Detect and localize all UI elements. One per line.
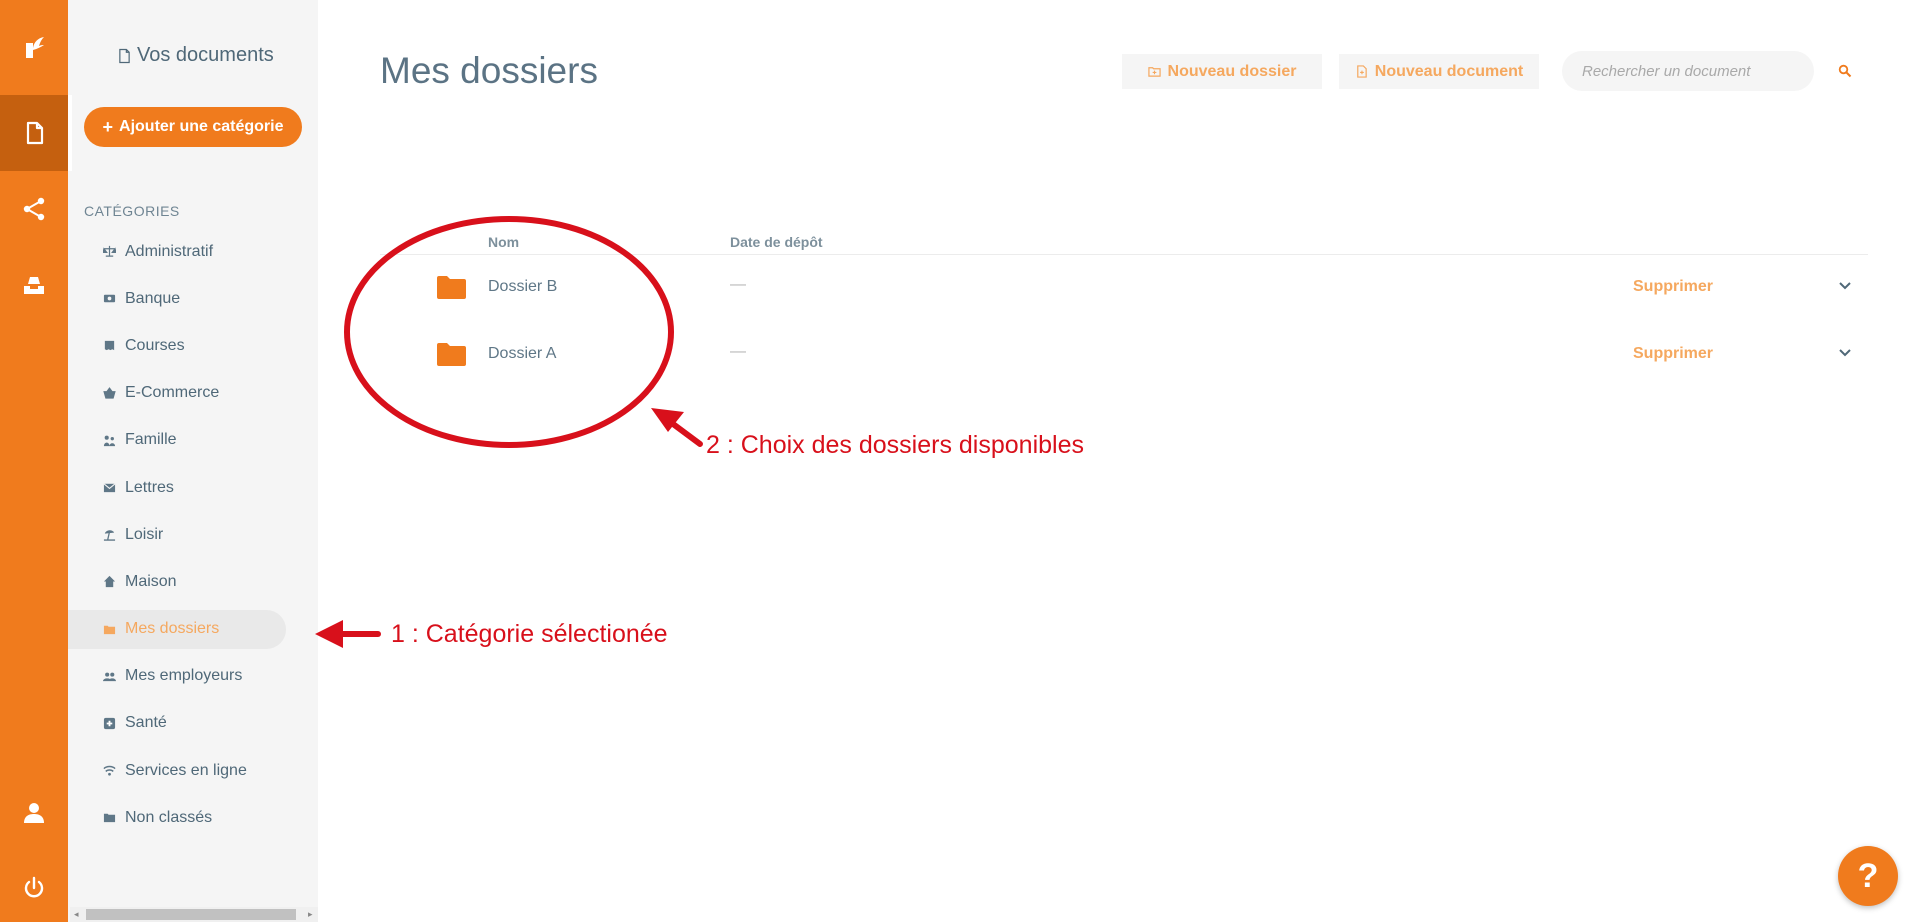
help-button[interactable]: ? (1838, 846, 1898, 906)
annotation-overlay (315, 216, 703, 648)
annotation-ellipse (344, 216, 674, 448)
annotation-category-note: 1 : Catégorie sélectionée (391, 620, 668, 648)
annotation-arrowhead-category (315, 620, 343, 648)
annotation-folders-note: 2 : Choix des dossiers disponibles (706, 431, 1084, 459)
